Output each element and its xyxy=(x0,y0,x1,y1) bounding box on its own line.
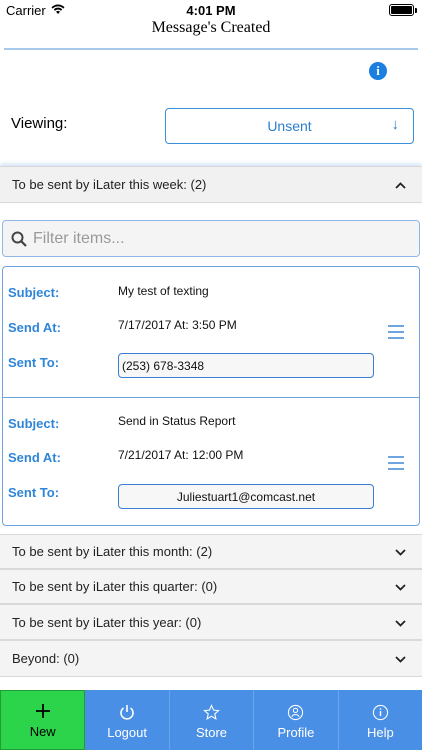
hamburger-menu-icon[interactable] xyxy=(388,325,404,343)
send-at-value: 7/21/2017 At: 12:00 PM xyxy=(118,448,244,462)
subject-value: My test of texting xyxy=(118,284,209,298)
section-header-quarter[interactable]: To be sent by iLater this quarter: (0) xyxy=(0,569,422,604)
star-icon xyxy=(203,703,220,721)
bottom-tab-bar: New Logout Store Profile Help xyxy=(0,690,422,750)
logout-button[interactable]: Logout xyxy=(85,690,170,750)
store-button[interactable]: Store xyxy=(169,690,255,750)
subject-label: Subject: xyxy=(8,416,60,431)
page-title: Message's Created xyxy=(151,19,271,36)
title-divider xyxy=(4,48,418,50)
recipient-field[interactable]: Juliestuart1@comcast.net xyxy=(118,484,374,509)
send-at-label: Send At: xyxy=(8,320,61,335)
chevron-down-icon xyxy=(395,579,406,594)
profile-label: Profile xyxy=(277,725,315,740)
sent-to-label: Sent To: xyxy=(8,355,60,370)
viewing-selected-value: Unsent xyxy=(267,118,312,134)
store-label: Store xyxy=(195,725,228,740)
message-item[interactable]: Subject: Send in Status Report Send At: … xyxy=(3,397,419,526)
chevron-up-icon xyxy=(395,177,406,192)
new-button[interactable]: New xyxy=(0,690,86,750)
send-at-label: Send At: xyxy=(8,450,61,465)
help-label: Help xyxy=(366,725,394,740)
viewing-label: Viewing: xyxy=(11,115,68,132)
section-header-month[interactable]: To be sent by iLater this month: (2) xyxy=(0,534,422,569)
subject-label: Subject: xyxy=(8,285,60,300)
section-header-beyond[interactable]: Beyond: (0) xyxy=(0,640,422,677)
status-right xyxy=(389,4,417,16)
send-at-value: 7/17/2017 At: 3:50 PM xyxy=(118,318,237,332)
info-icon[interactable]: i xyxy=(369,62,387,80)
battery-icon xyxy=(389,4,417,16)
profile-icon xyxy=(287,703,304,721)
section-header-week[interactable]: To be sent by iLater this week: (2) xyxy=(0,166,422,203)
plus-icon xyxy=(35,702,51,720)
section-label-quarter: To be sent by iLater this quarter: (0) xyxy=(12,579,218,594)
chevron-down-icon xyxy=(395,615,406,630)
search-icon xyxy=(11,231,27,247)
status-time: 4:01 PM xyxy=(186,3,236,18)
new-label: New xyxy=(29,724,56,739)
power-icon xyxy=(119,703,135,721)
message-list: Subject: My test of texting Send At: 7/1… xyxy=(2,266,420,526)
section-label-week: To be sent by iLater this week: (2) xyxy=(12,177,207,192)
section-label-month: To be sent by iLater this month: (2) xyxy=(12,544,213,559)
sent-to-label: Sent To: xyxy=(8,485,60,500)
info-circle-icon xyxy=(372,703,389,721)
chevron-down-icon xyxy=(395,544,406,559)
message-item[interactable]: Subject: My test of texting Send At: 7/1… xyxy=(3,267,419,396)
logout-label: Logout xyxy=(107,725,147,740)
help-button[interactable]: Help xyxy=(338,690,422,750)
filter-box[interactable] xyxy=(2,220,420,257)
arrow-down-icon: ↓ xyxy=(391,116,400,133)
section-label-year: To be sent by iLater this year: (0) xyxy=(12,614,202,630)
filter-input[interactable] xyxy=(33,229,393,248)
subject-value: Send in Status Report xyxy=(118,414,236,428)
chevron-down-icon xyxy=(395,651,406,666)
recipient-field[interactable]: (253) 678-3348 xyxy=(118,353,374,378)
section-label-beyond: Beyond: (0) xyxy=(12,651,80,666)
section-header-year[interactable]: To be sent by iLater this year: (0) xyxy=(0,604,422,640)
profile-button[interactable]: Profile xyxy=(254,690,339,750)
hamburger-menu-icon[interactable] xyxy=(388,456,404,474)
viewing-select[interactable]: Unsent ↓ xyxy=(165,108,414,144)
